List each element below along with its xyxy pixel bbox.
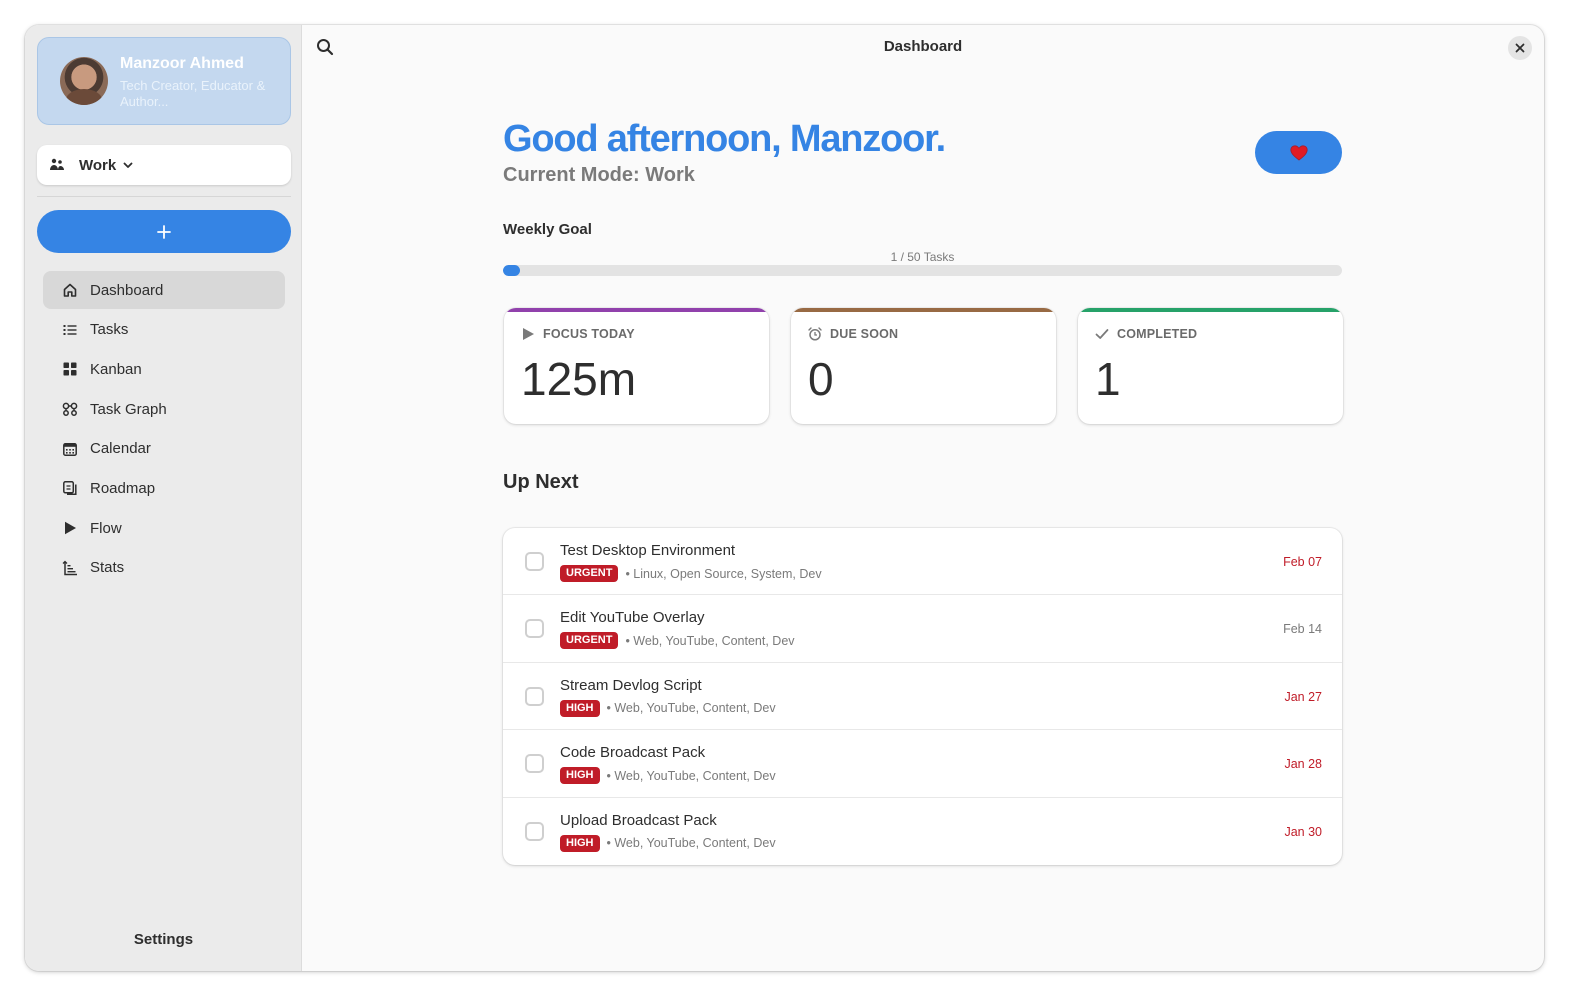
close-icon [1515,43,1525,53]
sidebar-item-label: Flow [90,519,122,537]
sidebar: Manzoor Ahmed Tech Creator, Educator & A… [25,25,302,971]
task-due-date: Jan 28 [1284,757,1322,772]
stat-accent [504,308,769,312]
sidebar-item-stats[interactable]: Stats [43,549,285,587]
current-mode: Current Mode: Work [503,164,695,186]
app-window: Manzoor Ahmed Tech Creator, Educator & A… [25,25,1544,971]
stat-card-due-soon: DUE SOON 0 [791,308,1056,424]
sidebar-item-kanban[interactable]: Kanban [43,350,285,388]
profile-card[interactable]: Manzoor Ahmed Tech Creator, Educator & A… [37,37,291,125]
sidebar-item-label: Stats [90,559,125,577]
stat-value: 0 [808,353,834,405]
task-checkbox[interactable] [525,619,544,639]
task-title: Code Broadcast Pack [560,744,706,762]
people-icon [50,158,64,170]
task-tags: • Web, YouTube, Content, Dev [606,836,776,851]
task-row[interactable]: Test Desktop Environment URGENT • Linux,… [503,528,1342,596]
stat-label: COMPLETED [1117,327,1198,341]
task-row[interactable]: Edit YouTube Overlay URGENT • Web, YouTu… [503,595,1342,663]
priority-badge: URGENT [560,565,619,582]
alarm-icon [808,327,822,341]
task-row[interactable]: Upload Broadcast Pack HIGH • Web, YouTub… [503,798,1342,865]
sidebar-item-roadmap[interactable]: Roadmap [43,469,285,507]
sidebar-item-calendar[interactable]: Calendar [43,430,285,468]
stat-card-completed: COMPLETED 1 [1078,308,1343,424]
task-checkbox[interactable] [525,754,544,774]
plus-icon [157,224,171,239]
sidebar-item-flow[interactable]: Flow [43,509,285,547]
task-checkbox[interactable] [525,821,544,841]
task-checkbox[interactable] [525,686,544,706]
priority-badge: HIGH [560,834,600,852]
task-checkbox[interactable] [525,552,544,571]
sidebar-item-label: Tasks [90,321,129,339]
sidebar-item-label: Roadmap [90,479,156,497]
avatar [60,57,108,105]
task-title: Test Desktop Environment [560,542,736,559]
task-row[interactable]: Code Broadcast Pack HIGH • Web, YouTube,… [503,730,1342,798]
weekly-goal-progress [503,265,1342,276]
profile-name: Manzoor Ahmed [120,55,244,72]
calendar-icon [63,442,77,456]
task-due-date: Feb 07 [1283,555,1322,569]
sidebar-item-label: Dashboard [90,281,164,299]
stat-label: FOCUS TODAY [543,327,635,341]
task-tags: • Web, YouTube, Content, Dev [625,633,795,648]
play-icon [65,521,76,535]
progress-fill [503,265,520,276]
stats-icon [62,560,77,576]
task-tags: • Web, YouTube, Content, Dev [606,701,776,716]
task-title: Stream Devlog Script [560,676,702,694]
stat-accent [1078,308,1343,312]
sidebar-item-tasks[interactable]: Tasks [43,311,285,349]
sidebar-item-label: Calendar [90,440,151,458]
heart-icon [1289,144,1308,161]
task-title: Upload Broadcast Pack [560,811,717,829]
home-icon [63,283,77,297]
chevron-down-icon [123,162,133,168]
stat-accent [791,308,1056,312]
task-tags: • Linux, Open Source, System, Dev [625,566,822,581]
weekly-goal-label: Weekly Goal [503,221,592,238]
up-next-heading: Up Next [503,471,579,493]
priority-badge: HIGH [560,699,600,717]
check-icon [1095,329,1109,339]
favorite-button[interactable] [1255,131,1342,174]
sidebar-divider [37,196,291,197]
weekly-goal-count: 1 / 50 Tasks [890,250,955,264]
close-button[interactable] [1508,36,1532,60]
task-due-date: Jan 30 [1284,824,1322,839]
task-due-date: Jan 27 [1284,689,1322,704]
sidebar-item-label: Kanban [90,360,142,378]
stat-card-focus-today: FOCUS TODAY 125m [504,308,769,424]
priority-badge: HIGH [560,767,600,785]
task-due-date: Feb 14 [1283,622,1322,637]
mode-selector[interactable]: Work [37,145,291,185]
graph-icon [62,402,78,417]
add-task-button[interactable] [37,210,291,253]
play-icon [523,328,534,340]
sidebar-item-label: Task Graph [90,400,167,418]
mode-label: Work [79,156,117,174]
up-next-list: Test Desktop Environment URGENT • Linux,… [503,528,1342,865]
sidebar-item-task-graph[interactable]: Task Graph [43,390,285,428]
stat-label: DUE SOON [830,327,899,341]
greeting-title: Good afternoon, Manzoor. [503,118,946,160]
sidebar-item-dashboard[interactable]: Dashboard [43,271,285,309]
stat-value: 125m [521,353,637,405]
grid-icon [63,362,77,376]
task-title: Edit YouTube Overlay [560,609,705,627]
settings-button[interactable]: Settings [25,931,302,948]
window-title: Dashboard [883,38,963,55]
task-tags: • Web, YouTube, Content, Dev [606,768,776,783]
roadmap-icon [63,481,77,496]
list-icon [63,324,77,335]
profile-role: Tech Creator, Educator & Author... [120,78,266,109]
sidebar-nav: Dashboard Tasks Kanban Task Graph Calend… [43,271,285,589]
priority-badge: URGENT [560,632,619,650]
task-row[interactable]: Stream Devlog Script HIGH • Web, YouTube… [503,663,1342,731]
stat-value: 1 [1095,353,1121,405]
